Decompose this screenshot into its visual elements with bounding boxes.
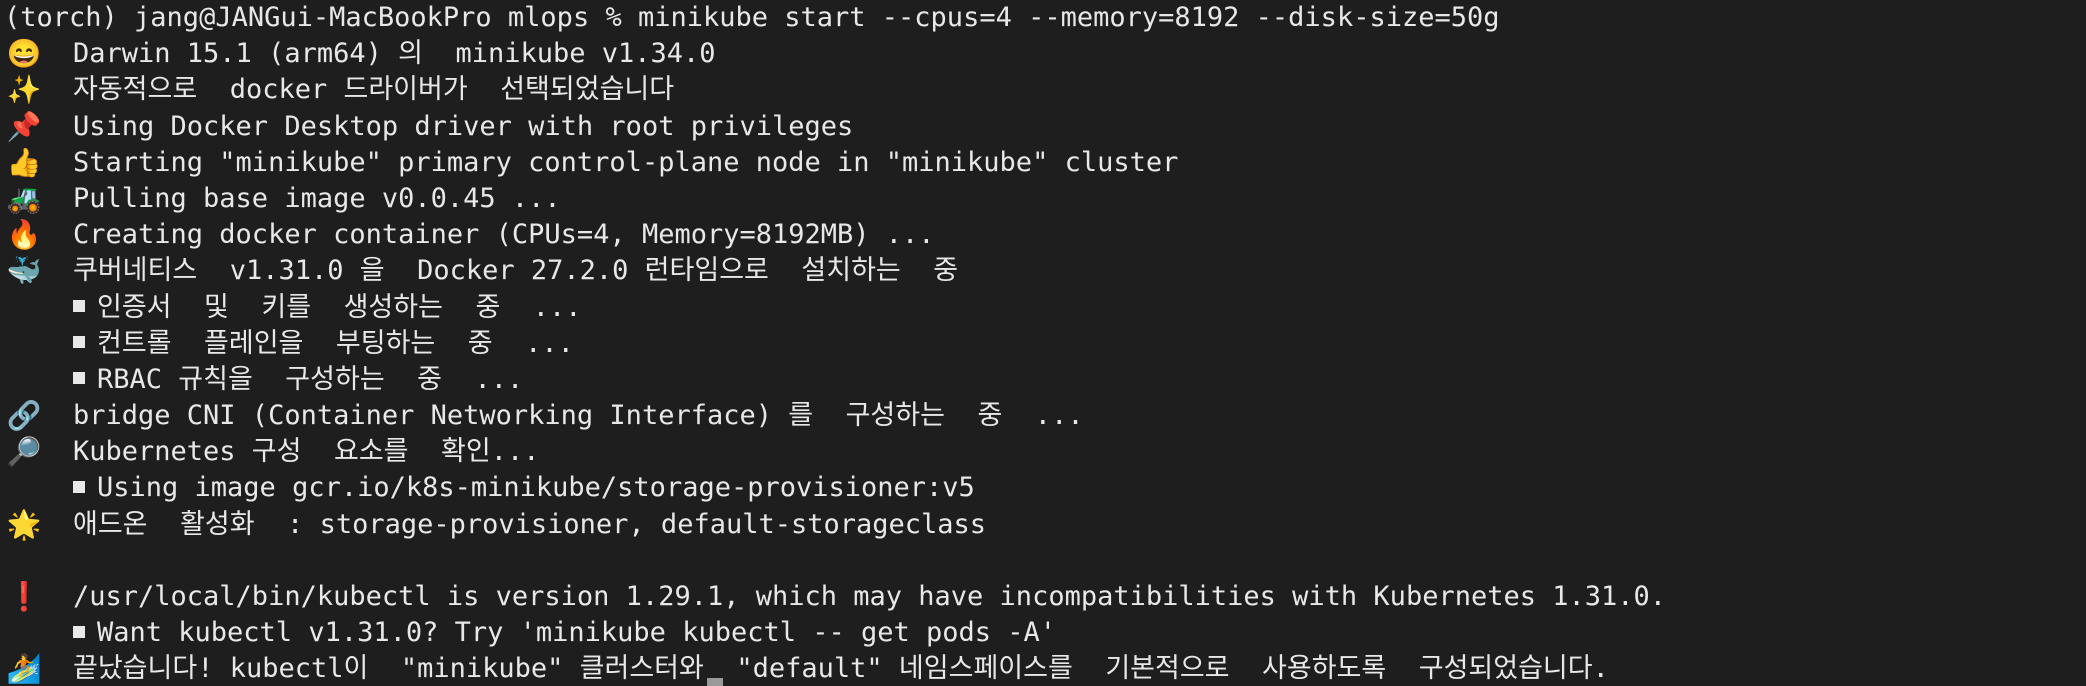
output-text: 자동적으로 docker 드라이버가 선택되었습니다 [73,74,675,106]
output-text: Kubernetes 구성 요소를 확인... [73,436,540,468]
terminal-window[interactable]: (torch) jang@JANGui-MacBookPro mlops % m… [0,0,2086,686]
link-icon: 🔗 [6,399,42,433]
output-line-docker-driver: 📌 Using Docker Desktop driver with root … [0,109,2086,145]
output-subtext: 인증서 및 키를 생성하는 중 ... [97,291,582,323]
output-text: /usr/local/bin/kubectl is version 1.29.1… [73,581,1667,612]
sparkles-icon: ✨ [6,73,42,107]
output-line-bridge-cni: 🔗 bridge CNI (Container Networking Inter… [0,398,2086,434]
output-line-starting-node: 👍 Starting "minikube" primary control-pl… [0,145,2086,181]
output-text: 컨트롤 플레인을 부팅하는 중 ... [73,326,574,362]
output-line-addons-enabled: 🌟 애드온 활성화 : storage-provisioner, default… [0,507,2086,543]
output-text: 인증서 및 키를 생성하는 중 ... [73,290,582,326]
output-line-kubectl-version-warning: ❗ /usr/local/bin/kubectl is version 1.29… [0,579,2086,615]
output-text: 쿠버네티스 v1.31.0 을 Docker 27.2.0 런타임으로 설치하는… [73,255,959,287]
surfer-icon: 🏄 [6,652,42,686]
output-text: 애드온 활성화 : storage-provisioner, default-s… [73,508,987,540]
thumbs-up-icon: 👍 [6,145,42,179]
output-subtext: Using image gcr.io/k8s-minikube/storage-… [97,472,975,504]
output-subtext: 컨트롤 플레인을 부팅하는 중 ... [97,327,574,359]
output-subtext: RBAC 규칙을 구성하는 중 ... [97,363,524,395]
output-text: bridge CNI (Container Networking Interfa… [73,400,1084,432]
output-line-kubectl-suggestion: Want kubectl v1.31.0? Try 'minikube kube… [0,615,2086,651]
bullet-square-icon [73,372,85,385]
output-line-booting-control-plane: 컨트롤 플레인을 부팅하는 중 ... [0,326,2086,362]
whale-icon: 🐳 [6,254,42,288]
pushpin-icon: 📌 [6,109,42,143]
output-text: Using Docker Desktop driver with root pr… [73,110,854,142]
output-text: Starting "minikube" primary control-plan… [73,146,1179,178]
output-line-done: 🏄 끝났습니다! kubectl이 "minikube" 클러스터와 "defa… [0,651,2086,686]
fire-icon: 🔥 [6,218,42,252]
output-line-using-image: Using image gcr.io/k8s-minikube/storage-… [0,470,2086,506]
output-text: Darwin 15.1 (arm64) 의 minikube v1.34.0 [73,38,716,70]
output-subtext: Want kubectl v1.31.0? Try 'minikube kube… [97,617,1057,649]
output-line-blank [0,543,2086,579]
tractor-icon: 🚜 [6,181,42,215]
output-line-rbac-rules: RBAC 규칙을 구성하는 중 ... [0,362,2086,398]
output-text: Pulling base image v0.0.45 ... [73,182,561,214]
magnifying-glass-icon: 🔎 [6,435,42,469]
text-cursor [707,678,723,686]
exclamation-warning-icon: ❗ [6,580,42,613]
output-line-pulling-image: 🚜 Pulling base image v0.0.45 ... [0,181,2086,217]
output-text: Using image gcr.io/k8s-minikube/storage-… [73,470,975,506]
bullet-square-icon [73,300,85,312]
output-text: Want kubectl v1.31.0? Try 'minikube kube… [73,615,1056,651]
output-line-generating-certs: 인증서 및 키를 생성하는 중 ... [0,290,2086,326]
glowing-star-icon: 🌟 [6,507,42,541]
output-text: 끝났습니다! kubectl이 "minikube" 클러스터와 "defaul… [73,653,1609,685]
output-line-driver-selected: ✨ 자동적으로 docker 드라이버가 선택되었습니다 [0,72,2086,108]
bullet-square-icon [73,625,85,638]
output-line-installing-kubernetes: 🐳 쿠버네티스 v1.31.0 을 Docker 27.2.0 런타임으로 설치… [0,253,2086,289]
shell-prompt-command: (torch) jang@JANGui-MacBookPro mlops % m… [4,2,1500,33]
output-text: Creating docker container (CPUs=4, Memor… [73,219,935,251]
bullet-square-icon [73,336,85,349]
output-line-verifying-components: 🔎 Kubernetes 구성 요소를 확인... [0,434,2086,470]
bullet-square-icon [73,480,85,493]
output-line-version: 😄 Darwin 15.1 (arm64) 의 minikube v1.34.0 [0,36,2086,72]
output-line-creating-container: 🔥 Creating docker container (CPUs=4, Mem… [0,217,2086,253]
grinning-face-icon: 😄 [6,37,42,71]
output-text: RBAC 규칙을 구성하는 중 ... [73,362,523,398]
